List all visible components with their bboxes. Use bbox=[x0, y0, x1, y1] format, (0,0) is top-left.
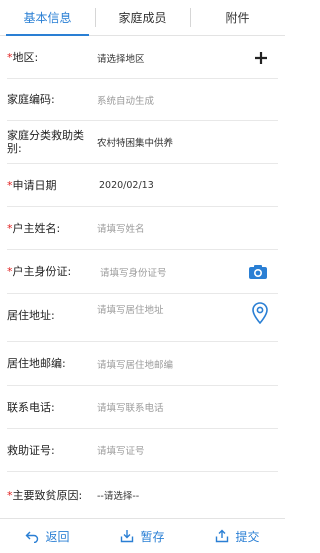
address-input[interactable]: 请填写居住地址 bbox=[95, 302, 278, 316]
address-row[interactable]: 居住地址: 请填写居住地址 bbox=[7, 294, 278, 342]
save-draft-button[interactable]: 暂存 bbox=[95, 519, 190, 553]
plus-icon[interactable] bbox=[254, 51, 268, 65]
family-code-label: 家庭编码: bbox=[7, 93, 55, 106]
poverty-cause-select[interactable]: --请选择-- bbox=[95, 488, 278, 502]
postcode-label: 居住地邮编: bbox=[7, 357, 66, 370]
submit-label: 提交 bbox=[235, 529, 260, 544]
poverty-cause-row[interactable]: *主要致贫原因: --请选择-- bbox=[7, 472, 278, 518]
tab-bar: 基本信息 家庭成员 附件 bbox=[0, 0, 285, 36]
aid-number-input[interactable]: 请填写证号 bbox=[95, 443, 278, 457]
address-label: 居住地址: bbox=[7, 309, 55, 322]
tab-family-members[interactable]: 家庭成员 bbox=[95, 0, 190, 35]
apply-date-label: *申请日期 bbox=[7, 178, 57, 192]
location-pin-icon[interactable] bbox=[252, 302, 268, 324]
tab-attachments[interactable]: 附件 bbox=[190, 0, 285, 35]
back-label: 返回 bbox=[45, 529, 70, 544]
category-row[interactable]: 家庭分类救助类别: 农村特困集中供养 bbox=[7, 121, 278, 164]
district-select[interactable]: 请选择地区 bbox=[95, 51, 278, 65]
district-label: *地区: bbox=[7, 51, 39, 64]
submit-button[interactable]: 提交 bbox=[190, 519, 285, 553]
head-name-input[interactable]: 请填写姓名 bbox=[95, 221, 278, 235]
aid-number-label: 救助证号: bbox=[7, 443, 55, 457]
category-select[interactable]: 农村特困集中供养 bbox=[95, 135, 278, 149]
camera-icon[interactable] bbox=[248, 264, 268, 280]
head-id-row[interactable]: *户主身份证: 请填写身份证号 bbox=[7, 250, 278, 294]
phone-input[interactable]: 请填写联系电话 bbox=[95, 400, 278, 414]
back-arrow-icon bbox=[25, 531, 39, 543]
download-box-icon bbox=[121, 530, 134, 543]
save-draft-label: 暂存 bbox=[140, 529, 165, 544]
aid-number-row[interactable]: 救助证号: 请填写证号 bbox=[7, 429, 278, 472]
upload-box-icon bbox=[216, 529, 229, 543]
postcode-row[interactable]: 居住地邮编: 请填写居住地邮编 bbox=[7, 342, 278, 386]
phone-row[interactable]: 联系电话: 请填写联系电话 bbox=[7, 386, 278, 429]
basic-info-form: *地区: 请选择地区 家庭编码: 系统自动生成 家庭分类救助类别: 农村特困集中… bbox=[0, 37, 285, 518]
head-id-label: *户主身份证: bbox=[7, 265, 72, 278]
district-row[interactable]: *地区: 请选择地区 bbox=[7, 37, 278, 79]
category-label: 家庭分类救助类别: bbox=[7, 129, 84, 155]
tab-basic-info[interactable]: 基本信息 bbox=[0, 0, 95, 36]
back-button[interactable]: 返回 bbox=[0, 519, 95, 553]
postcode-input[interactable]: 请填写居住地邮编 bbox=[95, 357, 278, 371]
head-name-label: *户主姓名: bbox=[7, 221, 61, 235]
bottom-action-bar: 返回 暂存 提交 bbox=[0, 518, 285, 553]
family-code-row: 家庭编码: 系统自动生成 bbox=[7, 79, 278, 121]
head-name-row[interactable]: *户主姓名: 请填写姓名 bbox=[7, 207, 278, 250]
family-code-field: 系统自动生成 bbox=[97, 95, 155, 107]
phone-label: 联系电话: bbox=[7, 400, 55, 414]
apply-date-row[interactable]: *申请日期 2020/02/13 bbox=[7, 164, 278, 207]
apply-date-field[interactable]: 2020/02/13 bbox=[95, 180, 278, 191]
poverty-cause-label: *主要致贫原因: bbox=[7, 488, 83, 502]
